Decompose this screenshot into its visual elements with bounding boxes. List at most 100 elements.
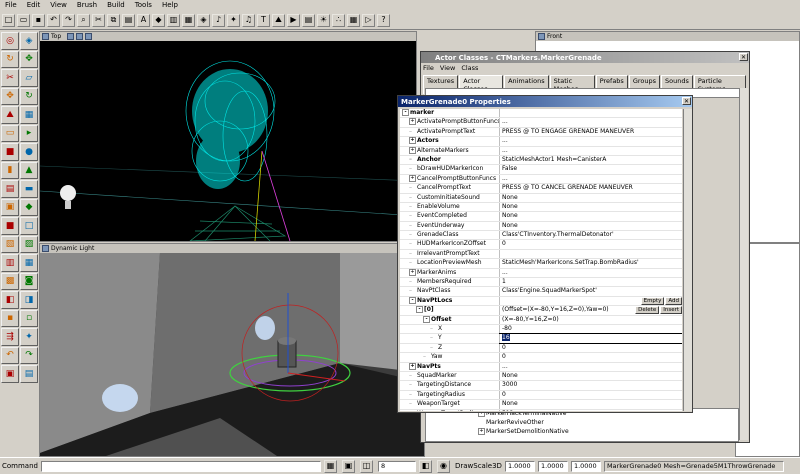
vertex-edit-icon[interactable]: ✥	[20, 50, 38, 68]
property-value[interactable]: 0	[500, 353, 682, 361]
viewport-mode-icon[interactable]	[67, 33, 75, 40]
menu-view[interactable]: View	[45, 0, 72, 11]
viewport-top[interactable]: Top	[39, 31, 417, 242]
property-value[interactable]: None	[500, 194, 682, 202]
property-value[interactable]: Class'CTInventory.ThermalDetonator'	[500, 231, 682, 239]
property-row[interactable]: – HUDMarkerIconZOffset 0	[400, 240, 682, 250]
drawscale-y-field[interactable]: 1.0000	[537, 460, 568, 472]
invert-selection-icon[interactable]: ▫	[20, 309, 38, 327]
cylinder-icon[interactable]: ▮	[1, 161, 19, 179]
particle-icon[interactable]: ✦	[227, 13, 240, 27]
property-value[interactable]: (X=-80,Y=16,Z=0)	[500, 316, 682, 324]
property-value[interactable]: (Offset=(X=-80,Y=16,Z=0),Yaw=0) Delete Ins…	[500, 306, 682, 315]
music-icon[interactable]: ♫	[242, 13, 255, 27]
grid-icon[interactable]: ▦	[323, 459, 337, 473]
property-row[interactable]: + Actors...	[400, 137, 682, 147]
stairs-icon[interactable]: ▤	[1, 180, 19, 198]
collapse-icon[interactable]: -	[409, 296, 416, 304]
open-icon[interactable]: ▭	[17, 13, 30, 27]
property-value[interactable]: None	[500, 203, 682, 211]
property-row[interactable]: + AlternateMarkers...	[400, 146, 682, 156]
build-geometry-icon[interactable]: ▤	[302, 13, 315, 27]
property-row[interactable]: - marker	[400, 109, 682, 119]
viewport-menu-icon[interactable]	[42, 245, 49, 252]
properties-window[interactable]: MarkerGrenade0 Properties ✕ - marker + Acti…	[397, 95, 693, 413]
redo-icon[interactable]: ↷	[62, 13, 75, 27]
nonsolid-icon[interactable]: ▩	[1, 272, 19, 290]
menu-tools[interactable]: Tools	[130, 0, 157, 11]
actor-menu-view[interactable]: View	[440, 64, 455, 72]
find-icon[interactable]: ⌕	[77, 13, 90, 27]
property-value[interactable]: 512	[500, 410, 682, 412]
volume-icon[interactable]: ▣	[1, 198, 19, 216]
matinee-icon[interactable]: ▦	[20, 106, 38, 124]
insert-button[interactable]: Insert	[660, 306, 682, 315]
property-value[interactable]: Class'Engine.SquadMarkerSpot'	[500, 287, 682, 295]
property-row[interactable]: – EventCompleted None	[400, 212, 682, 222]
property-value[interactable]: 0	[500, 240, 682, 248]
redo-icon[interactable]: ↷	[20, 346, 38, 364]
viewport-dynamic-light[interactable]: Dynamic Light	[39, 243, 425, 457]
grid-size-select[interactable]: 8	[377, 460, 416, 472]
drawscale-z-field[interactable]: 1.0000	[570, 460, 601, 472]
property-value[interactable]: 16	[499, 333, 682, 344]
collapse-icon[interactable]: -	[423, 315, 430, 323]
add-icon[interactable]: ■	[1, 217, 19, 235]
property-value[interactable]: ...	[500, 147, 682, 155]
actor-menu-file[interactable]: File	[423, 64, 434, 72]
property-row[interactable]: – CancelPromptText PRESS @ TO CANCEL GRENA…	[400, 184, 682, 194]
delete-button[interactable]: Delete	[635, 306, 660, 315]
cube-icon[interactable]: ■	[1, 143, 19, 161]
sound-icon[interactable]: ♪	[212, 13, 225, 27]
property-value[interactable]: StaticMeshActor1 Mesh=CanisterA	[500, 156, 682, 164]
mov-icon[interactable]: ▭	[1, 124, 19, 142]
property-row[interactable]: - [0] (Offset=(X=-80,Y=16,Z=0),Yaw=0) Delet…	[400, 306, 682, 316]
list-item[interactable]: MarkerReviveOther	[426, 418, 738, 427]
group-icon[interactable]: ◆	[152, 13, 165, 27]
text-icon[interactable]: T	[257, 13, 270, 27]
expand-icon[interactable]: +	[409, 174, 416, 182]
property-row[interactable]: – Anchor StaticMeshActor1 Mesh=CanisterA	[400, 155, 682, 166]
undo-icon[interactable]: ↶	[1, 346, 19, 364]
menu-edit[interactable]: Edit	[22, 0, 46, 11]
lock-icon[interactable]: ▣	[341, 459, 355, 473]
property-row[interactable]: – LocationPreviewMesh StaticMesh'MarkerIco…	[400, 259, 682, 269]
viewport-menu-icon[interactable]	[42, 33, 49, 40]
menu-help[interactable]: Help	[157, 0, 183, 11]
menu-brush[interactable]: Brush	[72, 0, 102, 11]
hide-selected-icon[interactable]: ◨	[20, 291, 38, 309]
actor-browser-icon[interactable]: A	[137, 13, 150, 27]
semisolid-icon[interactable]: ▦	[20, 254, 38, 272]
cut-icon[interactable]: ✂	[92, 13, 105, 27]
property-row[interactable]: – TargetingDistance 3000	[400, 381, 682, 391]
viewport-menu-icon[interactable]	[538, 33, 545, 40]
property-value[interactable]: None	[500, 212, 682, 220]
property-row[interactable]: – X -80	[400, 324, 682, 335]
property-row[interactable]: – NavPtClass Class'Engine.SquadMarkerSpot'	[400, 287, 682, 297]
build-all-icon[interactable]: ▦	[347, 13, 360, 27]
help-icon[interactable]: ?	[377, 13, 390, 27]
prefab-icon[interactable]: ◈	[197, 13, 210, 27]
property-row[interactable]: – EnableVolume None	[400, 202, 682, 213]
property-row[interactable]: – CustomInitiateSound None	[400, 193, 682, 203]
static-mesh-icon[interactable]: ◙	[20, 272, 38, 290]
property-row[interactable]: - NavPtLocs Empty Add	[400, 296, 682, 307]
camera-mode-icon[interactable]: ◎	[1, 32, 19, 50]
property-row[interactable]: – bDrawHUDMarkerIcon False	[400, 165, 682, 175]
cone-icon[interactable]: ▲	[20, 161, 38, 179]
property-value[interactable]: 0	[500, 344, 682, 352]
actor-classes-title-bar[interactable]: Actor Classes - CTMarkers.MarkerGrenade …	[421, 52, 749, 63]
property-value[interactable]: None	[500, 372, 682, 380]
vertex-snap-icon[interactable]: ◧	[418, 459, 432, 473]
menu-file[interactable]: File	[0, 0, 22, 11]
property-value[interactable]: ...	[500, 363, 682, 371]
expand-icon[interactable]: +	[409, 362, 416, 370]
scale-icon[interactable]: ◈	[20, 32, 38, 50]
texture-rotate-icon[interactable]: ↻	[20, 87, 38, 105]
add-button[interactable]: Add	[665, 296, 682, 305]
expand-icon[interactable]: +	[409, 118, 416, 126]
scrollbar[interactable]	[739, 88, 748, 440]
show-selected-icon[interactable]: ◧	[1, 291, 19, 309]
brush-clip-icon[interactable]: ✂	[1, 69, 19, 87]
property-value[interactable]	[500, 109, 682, 117]
